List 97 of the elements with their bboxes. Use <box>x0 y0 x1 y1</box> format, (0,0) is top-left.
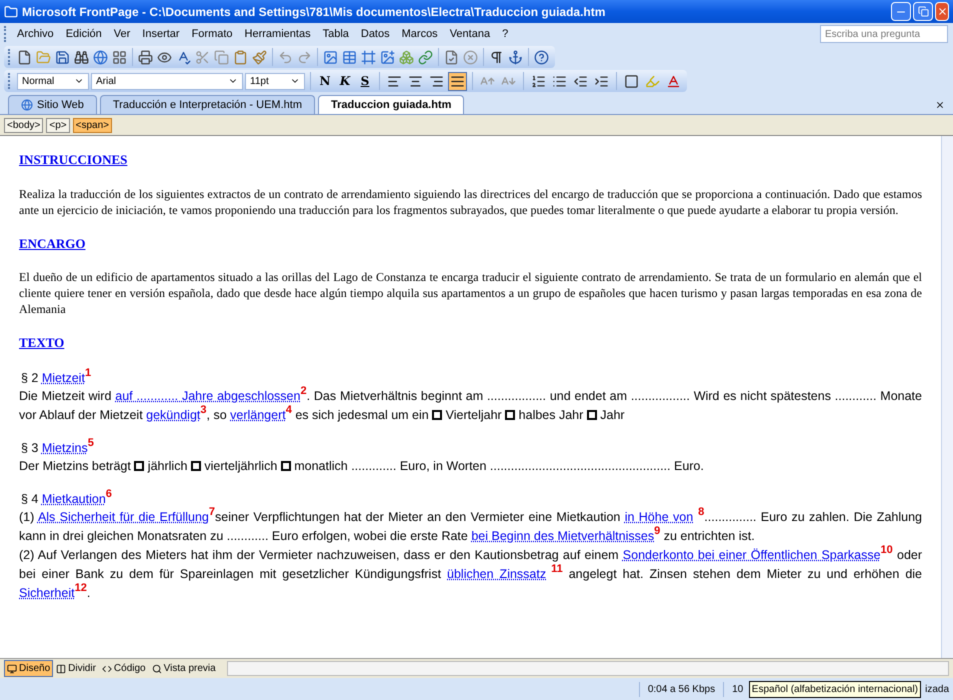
format-button[interactable]: K <box>336 72 354 90</box>
window-title: Microsoft FrontPage - C:\Documents and Settings\781\Mis documentos\Electra\Traduccion guiada.htm <box>22 4 606 20</box>
document-tab[interactable]: Traducción e Interpretación - UEM.htm <box>100 95 315 114</box>
link[interactable]: verlängert <box>230 408 286 422</box>
link[interactable]: Als Sicherheit für die Erfüllung <box>38 510 209 524</box>
heading-link[interactable]: INSTRUCCIONES <box>19 152 128 167</box>
link[interactable]: Sicherheit <box>19 586 75 600</box>
footnote-number: 4 <box>286 404 292 416</box>
view-tab[interactable]: Código <box>98 660 149 677</box>
footnote-number: 10 <box>880 544 893 556</box>
view-icon <box>152 664 162 674</box>
close-icon <box>936 6 948 17</box>
status-field: izada <box>925 682 953 696</box>
footnote-number: 11 <box>551 563 563 575</box>
globe-icon[interactable] <box>91 50 110 64</box>
link-icon[interactable] <box>416 50 435 64</box>
tag-button[interactable]: <body> <box>4 118 44 132</box>
menu-item[interactable]: ? <box>496 26 514 42</box>
checkbox-icon <box>432 410 442 420</box>
section-title: § 2 Mietzeit$^{1}$ <box>20 368 92 386</box>
close-button[interactable] <box>935 2 949 21</box>
paragraph: (1) Als Sicherheit für die Erfüllung$^{7}$seiner Verpflichtungen hat der Mieter an den Vermieter eine Mietkaution in Höhe von $^{8}$............... Euro zu zahlen. Die Zahlung kann in drei gleichen Monatsraten zu ............ Euro erfolgen, wobei die erste Rate bei Beginn des Mietverhältnisses$^{9}$ zu entrichten ist. <box>19 508 922 545</box>
view-icon <box>102 664 112 674</box>
menu-item[interactable]: Edición <box>60 26 108 42</box>
link[interactable]: auf ............ Jahre abgeschlossen <box>115 388 300 402</box>
link[interactable]: Mietzins <box>42 440 88 454</box>
menu-item[interactable]: Datos <box>354 26 396 42</box>
section-title: § 4 Mietkaution$^{6}$ <box>20 490 113 508</box>
footnote-number: 1 <box>84 367 92 379</box>
font-dropdown[interactable]: Arial <box>91 72 243 90</box>
menu-item[interactable]: Ver <box>108 26 136 42</box>
question-field[interactable]: Escriba una pregunta <box>820 25 948 43</box>
footnote-number: 6 <box>106 488 112 500</box>
site-icon <box>21 99 33 111</box>
footnote-number: 12 <box>74 582 87 594</box>
restore-button[interactable] <box>913 2 933 21</box>
menu-item[interactable]: Marcos <box>396 26 444 42</box>
restore-icon <box>918 6 928 17</box>
menu-item[interactable]: Herramientas <box>238 26 317 42</box>
document-tab[interactable]: Sitio Web <box>8 95 97 114</box>
style-dropdown[interactable]: Normal <box>17 72 89 90</box>
paragraph: Der Mietzins beträgt jährlich vierteljährlich monatlich ............. Euro, in Worten .................................................... Euro. <box>19 458 705 475</box>
menu-item[interactable]: Ventana <box>444 26 496 42</box>
printer-icon[interactable] <box>136 50 155 64</box>
paragraph: El dueño de un edificio de apartamentos situado a las orillas del Lago de Constanza te encarga traducir el siguiente contrato de arrendamiento. Se trata de un formulario en alemán que el cliente quiere tener en versión española, dado que desde hace algún tiempo alquila sus apartamentos a un grupo de españoles que hacen turismo y pasan largas temporadas en esa zona de Alemania <box>19 269 922 317</box>
checkbox-icon <box>586 410 597 420</box>
tag-button[interactable]: <span> <box>72 118 112 132</box>
close-icon[interactable] <box>935 100 945 110</box>
footnote-number: 3 <box>200 404 206 416</box>
checkbox-icon <box>280 460 291 470</box>
menu-item[interactable]: Formato <box>186 26 239 42</box>
tooltip: Español (alfabetización internacional) <box>748 681 921 698</box>
paintbrush-icon[interactable] <box>250 50 269 64</box>
footnote-number: 8 <box>698 506 704 518</box>
status-download-time: 0:04 a 56 Kbps <box>638 682 724 696</box>
menu-item[interactable]: Tabla <box>316 26 355 42</box>
view-tab[interactable]: Dividir <box>53 660 99 677</box>
paragraph: Die Mietzeit wird auf ............ Jahre abgeschlossen$^{2}$. Das Mietverhältnis beginnt am ................. und endet am ................. Wird es nicht spätestens ............ Monate vor Ablauf der Mietzeit gekündigt$^{3}$, so verlängert$^{4}$ es sich jedesmal um ein Vierteljahr halbes Jahr Jahr <box>19 386 922 424</box>
link[interactable]: üblichen Zinssatz <box>447 566 546 580</box>
view-icon <box>56 664 66 674</box>
link[interactable]: in Höhe von <box>624 510 694 524</box>
checkbox-icon <box>190 460 201 470</box>
help-icon[interactable] <box>532 50 551 64</box>
section-title: § 3 Mietzins$^{5}$ <box>20 438 95 456</box>
menu-item[interactable]: Archivo <box>11 26 60 42</box>
link[interactable]: gekündigt <box>146 408 200 422</box>
binoculars-icon[interactable] <box>72 50 91 64</box>
checkbox-icon <box>134 460 144 470</box>
view-icon <box>7 664 17 674</box>
preview-icon[interactable] <box>155 50 174 64</box>
tag-button[interactable]: <p> <box>46 118 70 132</box>
link[interactable]: Mietzeit <box>42 370 85 384</box>
footnote-number: 9 <box>654 525 660 537</box>
format-button[interactable]: N <box>316 72 334 90</box>
format-button[interactable]: S <box>356 72 374 90</box>
app-icon <box>4 4 18 18</box>
horizontal-scrollbar[interactable] <box>226 661 949 676</box>
scrollbar[interactable] <box>941 136 953 658</box>
document-tab[interactable]: Traduccion guiada.htm <box>318 95 464 114</box>
paragraph: (2) Auf Verlangen des Mieters hat ihm der Vermieter nachzuweisen, dass er den Kautionsbetrag auf einem Sonderkonto bei einer Öffentlichen Sparkasse$^{10}$ oder bei einer Bank zu dem für Spareinlagen mit gesetzlicher Kündigungsfrist üblichen Zinssatz $^{11}$ angelegt hat. Zinsen stehen dem Mieter zu und erhöhen die Sicherheit$^{12}$. <box>19 546 922 602</box>
footnote-number: 5 <box>88 437 94 449</box>
menu-item[interactable]: Insertar <box>136 26 186 42</box>
heading-link[interactable]: TEXTO <box>19 335 64 350</box>
view-tab[interactable]: Vista previa <box>148 660 219 677</box>
footnote-number: 7 <box>208 506 216 518</box>
checkbox-icon <box>505 410 516 420</box>
size-dropdown[interactable]: 11pt <box>245 72 305 90</box>
view-tab[interactable]: Diseño <box>4 660 54 677</box>
heading-link[interactable]: ENCARGO <box>19 236 86 250</box>
align-justify-icon[interactable] <box>448 72 467 90</box>
footnote-number: 2 <box>300 385 307 397</box>
paragraph: Realiza la traducción de los siguientes extractos de un contrato de arrendamiento siguiendo las directrices del encargo de traducción que se proporciona a continuación. Dado que estamos ante un ejercicio de iniciación, te vamos proponiendo una traducción para los fragmentos subrayados, que puedes tomar literalmente o que puede ayudarte a elaborar tu propia versión. <box>19 186 922 218</box>
link[interactable]: Sonderkonto bei einer Öffentlichen Sparkasse <box>622 548 881 562</box>
minimize-button[interactable] <box>891 2 911 21</box>
frame-icon[interactable] <box>359 50 378 64</box>
link[interactable]: Mietkaution <box>42 492 106 506</box>
link[interactable]: bei Beginn des Mietverhältnisses <box>471 528 654 542</box>
